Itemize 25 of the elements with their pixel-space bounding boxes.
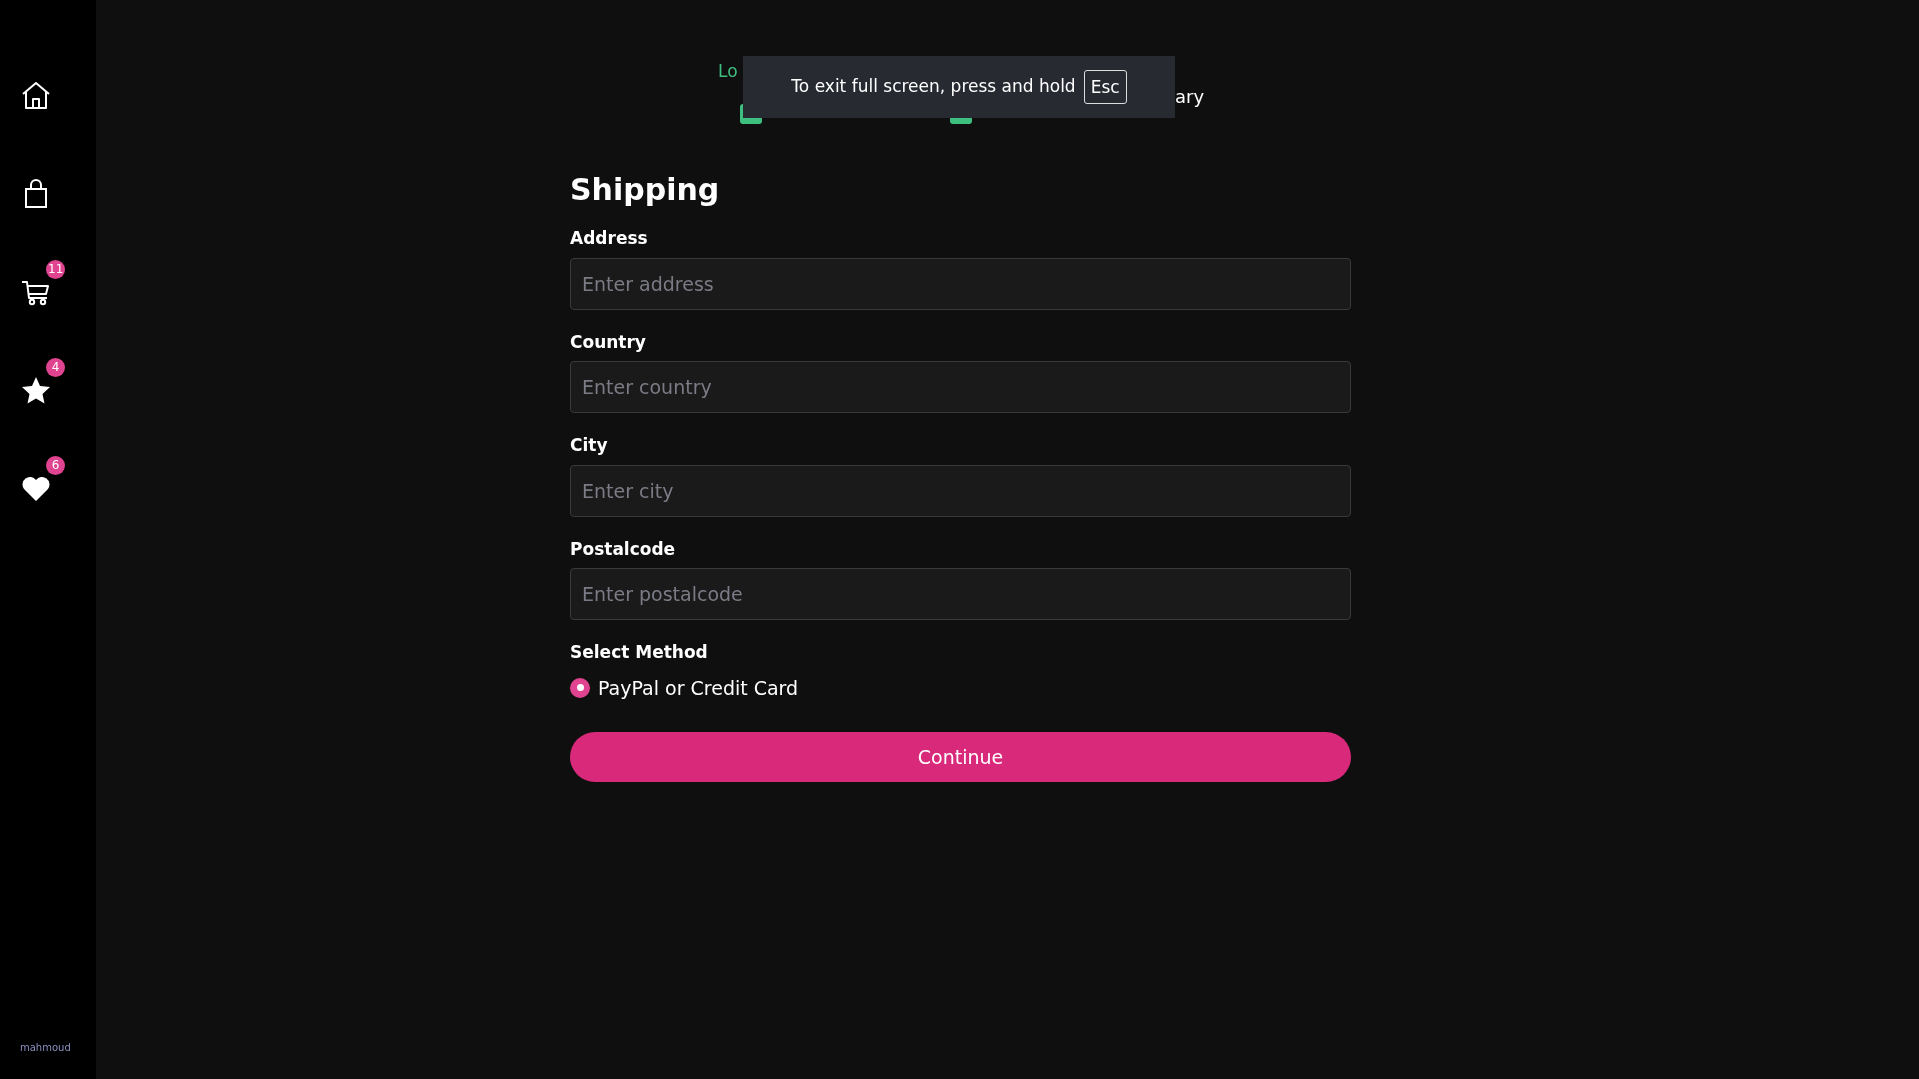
heart-nav-button[interactable]: 6 [18,454,68,506]
field-label: City [570,434,609,457]
input-field[interactable]: Enter country [570,361,1351,413]
cart-nav-button[interactable]: 11 [18,258,68,310]
section-label: Select Method [570,641,709,664]
count-badge: 11 [46,260,66,279]
field-label: Country [570,330,647,354]
continue-button[interactable]: Continue [570,732,1351,782]
input-field[interactable]: Enter postalcode [570,568,1351,620]
notice-text: To exit full screen, press and hold [791,75,1076,99]
step-label[interactable]: Lo [718,61,738,81]
field-label: Postalcode [570,537,677,561]
step-label[interactable]: ary [1175,86,1205,107]
star-nav-button[interactable]: 4 [18,356,68,408]
username: mahmoud [20,1041,71,1055]
form-title: Shipping [570,172,721,208]
radio-button[interactable] [570,677,590,698]
count-badge: 4 [46,358,65,377]
input-field[interactable]: Enter address [570,257,1351,310]
key-cap: Esc [1083,69,1127,105]
input-field[interactable]: Enter city [570,464,1351,517]
home-icon [20,80,52,112]
radio-label: PayPal or Credit Card [598,675,799,701]
count-badge: 6 [46,456,65,475]
field-label: Address [570,227,649,250]
